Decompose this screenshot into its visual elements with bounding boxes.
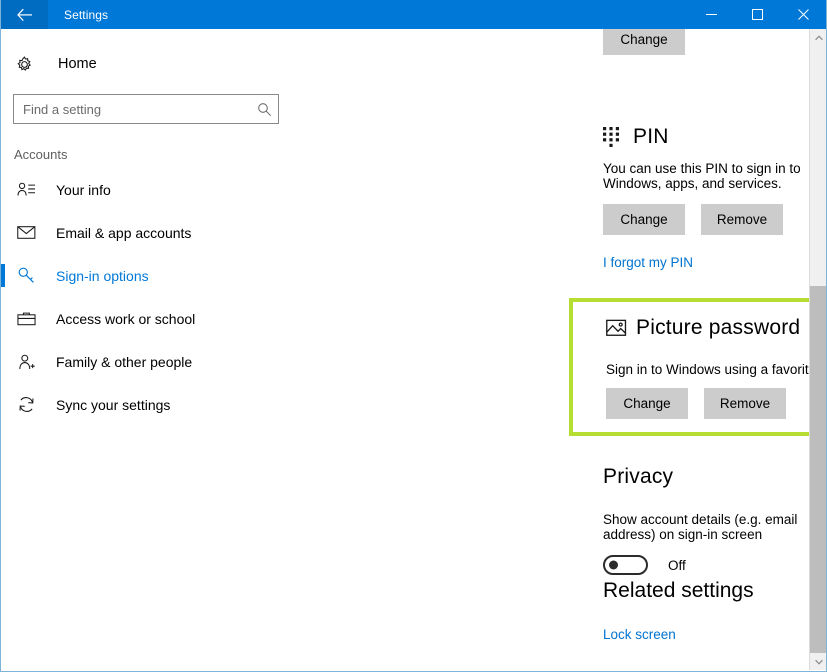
back-button[interactable] [1, 0, 48, 29]
privacy-toggle-row: Off [603, 555, 826, 575]
window-controls [688, 0, 826, 29]
pin-section: PIN You can use this PIN to sign in to W… [603, 125, 826, 235]
briefcase-icon [14, 311, 38, 327]
scrollbar-down-button[interactable] [810, 653, 826, 670]
sync-icon [14, 395, 38, 414]
settings-window: Settings Home Find a setting Accounts Yo… [0, 0, 827, 672]
picture-password-highlight-box: Picture password Sign in to Windows usin… [569, 298, 826, 436]
privacy-title: Privacy [603, 465, 674, 488]
sidebar-item-label: Sync your settings [56, 396, 171, 413]
picture-icon [606, 319, 636, 337]
sidebar-item-label: Email & app accounts [56, 224, 192, 241]
related-settings-section: Related settings Lock screen [603, 579, 754, 644]
picture-password-header: Picture password [606, 316, 826, 340]
picture-password-section: Picture password Sign in to Windows usin… [573, 302, 826, 419]
picture-password-description: Sign in to Windows using a favorite phot… [606, 362, 826, 377]
sidebar-item-label: Access work or school [56, 310, 196, 327]
password-change-button[interactable]: Change [603, 29, 685, 55]
picture-password-actions: Change Remove [606, 388, 826, 419]
sidebar-item-label: Sign-in options [56, 267, 149, 284]
privacy-description: Show account details (e.g. email address… [603, 512, 798, 542]
sidebar-item-home[interactable]: Home [1, 47, 292, 81]
search-button[interactable] [250, 95, 278, 123]
sidebar-item-label: Family & other people [56, 353, 193, 370]
pin-title: PIN [633, 125, 669, 148]
sidebar-item-email-app-accounts[interactable]: Email & app accounts [1, 211, 292, 254]
forgot-pin-link[interactable]: I forgot my PIN [603, 255, 693, 270]
toggle-knob [609, 560, 618, 570]
window-body: Home Accounts [1, 29, 826, 670]
toggle-state-label: Off [668, 557, 686, 573]
close-icon [797, 9, 809, 20]
picture-password-change-button[interactable]: Change [606, 388, 688, 419]
minimize-icon [705, 14, 717, 15]
keypad-dots-icon [603, 127, 633, 147]
chevron-down-icon [814, 659, 823, 665]
privacy-section: Privacy Show account details (e.g. email… [603, 465, 826, 575]
sidebar-item-sync-your-settings[interactable]: Sync your settings [1, 383, 292, 426]
search-icon [257, 102, 271, 116]
search-box [13, 94, 279, 124]
picture-password-title: Picture password [636, 316, 801, 339]
content-pane: Change PIN You can use this PIN to sign … [292, 29, 826, 670]
sidebar-section-label: Accounts [14, 147, 68, 162]
pin-actions: Change Remove [603, 204, 826, 235]
maximize-button[interactable] [734, 0, 780, 29]
pin-change-button[interactable]: Change [603, 204, 685, 235]
lock-screen-link[interactable]: Lock screen [603, 627, 676, 642]
scrollbar-thumb[interactable] [810, 286, 826, 653]
pin-remove-button[interactable]: Remove [701, 204, 783, 235]
chevron-up-icon [814, 34, 823, 40]
close-button[interactable] [780, 0, 826, 29]
window-title: Settings [64, 7, 109, 22]
sidebar-item-access-work-or-school[interactable]: Access work or school [1, 297, 292, 340]
user-add-icon [14, 353, 38, 371]
sidebar-home-label: Home [58, 56, 97, 72]
sidebar: Home Accounts [1, 29, 292, 670]
minimize-button[interactable] [688, 0, 734, 29]
maximize-icon [751, 9, 763, 20]
content-scrollbar[interactable] [809, 29, 826, 670]
pin-header: PIN [603, 125, 826, 149]
envelope-icon [14, 225, 38, 240]
sidebar-item-family-other-people[interactable]: Family & other people [1, 340, 292, 383]
sidebar-item-label: Your info [56, 181, 111, 198]
search-input[interactable] [13, 94, 279, 124]
sidebar-item-sign-in-options[interactable]: Sign-in options [1, 254, 292, 297]
selection-indicator [1, 264, 5, 287]
title-bar: Settings [1, 0, 826, 29]
gear-icon [15, 55, 41, 74]
show-account-details-toggle[interactable] [603, 555, 648, 575]
back-arrow-icon [16, 8, 32, 21]
related-settings-title: Related settings [603, 579, 754, 602]
user-info-icon [14, 181, 38, 198]
scrollbar-up-button[interactable] [810, 29, 826, 46]
key-icon [14, 266, 38, 285]
picture-password-remove-button[interactable]: Remove [704, 388, 786, 419]
pin-description: You can use this PIN to sign in to Windo… [603, 161, 801, 191]
sidebar-item-your-info[interactable]: Your info [1, 168, 292, 211]
